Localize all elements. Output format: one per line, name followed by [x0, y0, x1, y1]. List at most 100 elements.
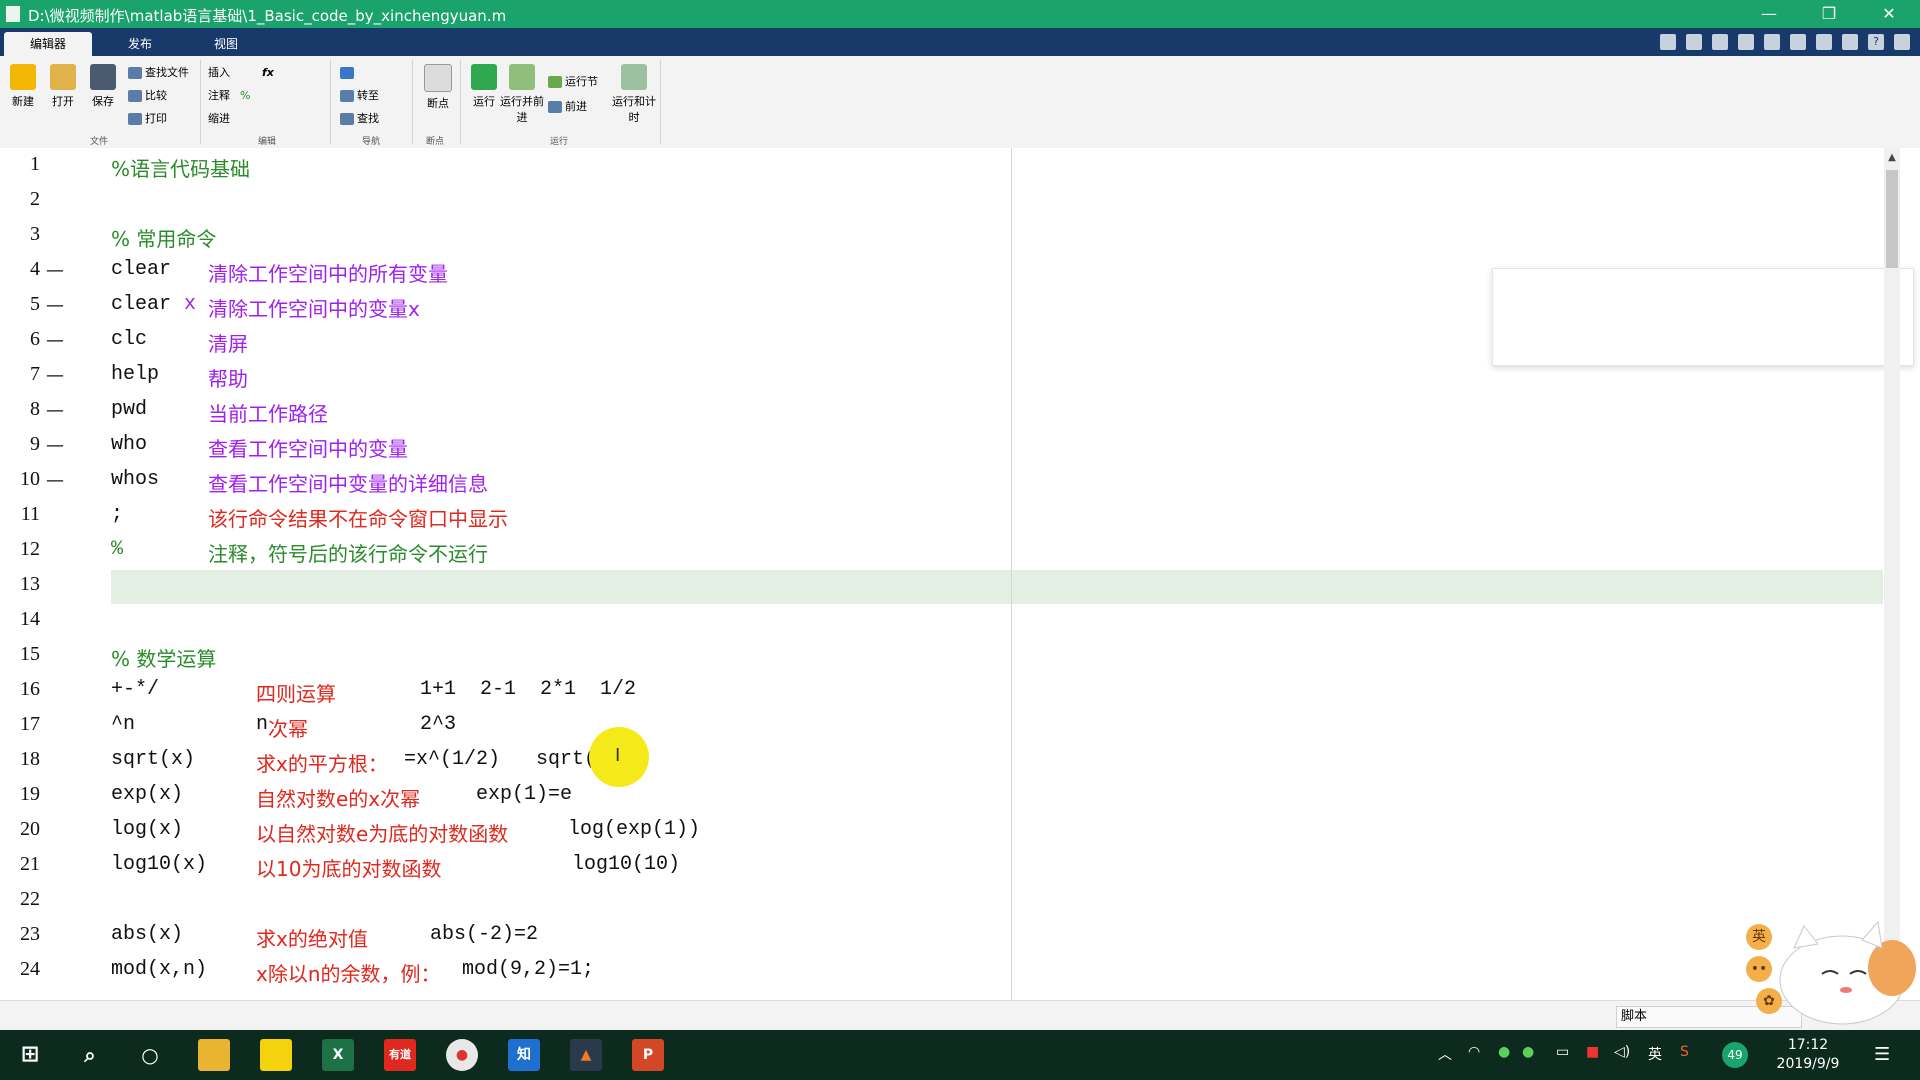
code-example: 2^3	[420, 713, 457, 736]
goto-button[interactable]: 转至	[340, 87, 379, 105]
sticky-notes-icon[interactable]	[260, 1039, 292, 1071]
vertical-scrollbar[interactable]	[1884, 148, 1900, 1000]
open-button[interactable]: 打开	[44, 64, 82, 109]
breakpoint-dash[interactable]: —	[46, 330, 64, 351]
comment-button[interactable]: 注释	[208, 87, 230, 105]
code-comment: % 常用命令	[111, 227, 217, 251]
search-icon	[340, 113, 354, 125]
sogou-ime-icon[interactable]: S	[1680, 1044, 1689, 1060]
tab-editor[interactable]: 编辑器	[4, 32, 92, 56]
scroll-up-arrow-icon[interactable]: ▲	[1886, 152, 1898, 166]
breakpoint-dash[interactable]: —	[46, 435, 64, 456]
line-number: 7	[30, 363, 40, 385]
line-number: 4	[30, 258, 40, 280]
code-editor[interactable]: ▲ 1 2 3 4 5 6 7 8 9 10 11 12 13 14 15 16…	[0, 148, 1920, 1000]
code-example: log10(10)	[572, 853, 681, 876]
code-error-text: 求x的平方根：	[256, 752, 388, 776]
matlab-icon[interactable]: ▲	[570, 1039, 602, 1071]
code-string: 清除工作空间中的所有变量	[208, 262, 448, 286]
line-number: 13	[20, 573, 40, 595]
task-view-icon[interactable]: ○	[134, 1039, 166, 1071]
goto-icon	[340, 90, 354, 102]
layout-icon[interactable]	[1842, 34, 1858, 50]
scrollbar-thumb[interactable]	[1886, 170, 1898, 268]
cut-icon[interactable]	[1712, 34, 1728, 50]
file-explorer-icon[interactable]	[198, 1039, 230, 1071]
close-button[interactable]: ✕	[1866, 0, 1912, 28]
chrome-icon[interactable]: ●	[446, 1039, 478, 1071]
current-line-highlight	[111, 570, 1883, 604]
code-error-text: 自然对数e的x次幂	[256, 787, 421, 811]
run-section-icon	[548, 76, 562, 88]
input-language-indicator[interactable]: 英	[1648, 1044, 1662, 1064]
code-command: sqrt(x)	[111, 748, 196, 771]
breakpoint-dash[interactable]: —	[46, 295, 64, 316]
code-command: help	[111, 363, 160, 386]
breakpoint-dash[interactable]: —	[46, 400, 64, 421]
antivirus-icon[interactable]: ■	[1586, 1044, 1599, 1060]
code-comment: %语言代码基础	[111, 157, 251, 181]
line-number: 16	[20, 678, 40, 700]
tray-chevron-icon[interactable]: ︿	[1438, 1044, 1452, 1064]
search-icon[interactable]: ⌕	[74, 1039, 106, 1071]
undo-icon[interactable]	[1790, 34, 1806, 50]
code-string: 查看工作空间中变量的详细信息	[208, 472, 488, 496]
quick-access-icon[interactable]	[1660, 34, 1676, 50]
volume-icon[interactable]: ◁)	[1614, 1044, 1630, 1060]
redo-icon[interactable]	[1816, 34, 1832, 50]
notification-count-badge[interactable]: 49	[1722, 1042, 1748, 1068]
paste-icon[interactable]	[1764, 34, 1780, 50]
action-center-icon[interactable]: ☰	[1874, 1044, 1890, 1065]
youdao-icon[interactable]: 有道	[384, 1039, 416, 1071]
wechat-icon[interactable]: ●	[1522, 1044, 1534, 1060]
run-advance-button[interactable]: 运行并前进	[500, 64, 544, 125]
battery-icon[interactable]: ▭	[1556, 1044, 1569, 1060]
code-string: 当前工作路径	[208, 402, 328, 426]
copy-icon[interactable]	[1738, 34, 1754, 50]
find-files-button[interactable]: 查找文件	[128, 64, 189, 82]
minimize-button[interactable]: —	[1746, 0, 1792, 28]
compare-icon	[128, 90, 142, 102]
save-quick-icon[interactable]	[1686, 34, 1702, 50]
advance-button[interactable]: 前进	[548, 98, 587, 116]
tab-publish[interactable]: 发布	[98, 32, 182, 56]
breakpoint-dash[interactable]: —	[46, 470, 64, 491]
expand-icon[interactable]	[1894, 34, 1910, 50]
run-section-button[interactable]: 运行节	[548, 73, 598, 91]
indent-button[interactable]: 缩进	[208, 110, 230, 128]
run-and-time-button[interactable]: 运行和计时	[612, 64, 656, 125]
restore-button[interactable]: ❐	[1806, 0, 1852, 28]
windows-start-icon[interactable]: ⊞	[14, 1039, 46, 1071]
wifi-icon[interactable]: ◠	[1468, 1044, 1480, 1060]
print-button[interactable]: 打印	[128, 110, 167, 128]
powerpoint-icon[interactable]: P	[632, 1039, 664, 1071]
title-bar: D:\微视频制作\matlab语言基础\1_Basic_code_by_xinc…	[0, 0, 1920, 28]
breakpoint-dash[interactable]: —	[46, 365, 64, 386]
code-command: whos	[111, 468, 160, 491]
run-button[interactable]: 运行	[464, 64, 504, 109]
tab-view[interactable]: 视图	[184, 32, 268, 56]
line-number: 8	[30, 398, 40, 420]
line-number: 2	[30, 188, 40, 210]
back-arrow-icon[interactable]	[340, 64, 357, 82]
compare-button[interactable]: 比较	[128, 87, 167, 105]
fx-button[interactable]: fx	[262, 64, 274, 82]
system-clock[interactable]: 17:12 2019/9/9	[1760, 1036, 1856, 1074]
excel-icon[interactable]: X	[322, 1039, 354, 1071]
tray-app-icon[interactable]: ●	[1498, 1044, 1510, 1060]
save-button[interactable]: 保存	[84, 64, 122, 109]
help-icon[interactable]: ?	[1868, 34, 1884, 50]
percent-comment-icon[interactable]: %	[240, 87, 250, 105]
new-button[interactable]: 新建	[4, 64, 42, 109]
find-button[interactable]: 查找	[340, 110, 379, 128]
code-error-text: 次幂	[268, 717, 308, 741]
advance-icon	[548, 101, 562, 113]
breakpoints-button[interactable]: 断点	[418, 64, 458, 111]
right-margin-line	[1011, 148, 1012, 1000]
run-time-icon	[621, 64, 647, 90]
breakpoint-dash[interactable]: —	[46, 260, 64, 281]
code-error-text: 四则运算	[256, 682, 336, 706]
zhihu-icon[interactable]: 知	[508, 1039, 540, 1071]
code-command: ;	[111, 503, 124, 526]
insert-button[interactable]: 插入	[208, 64, 230, 82]
